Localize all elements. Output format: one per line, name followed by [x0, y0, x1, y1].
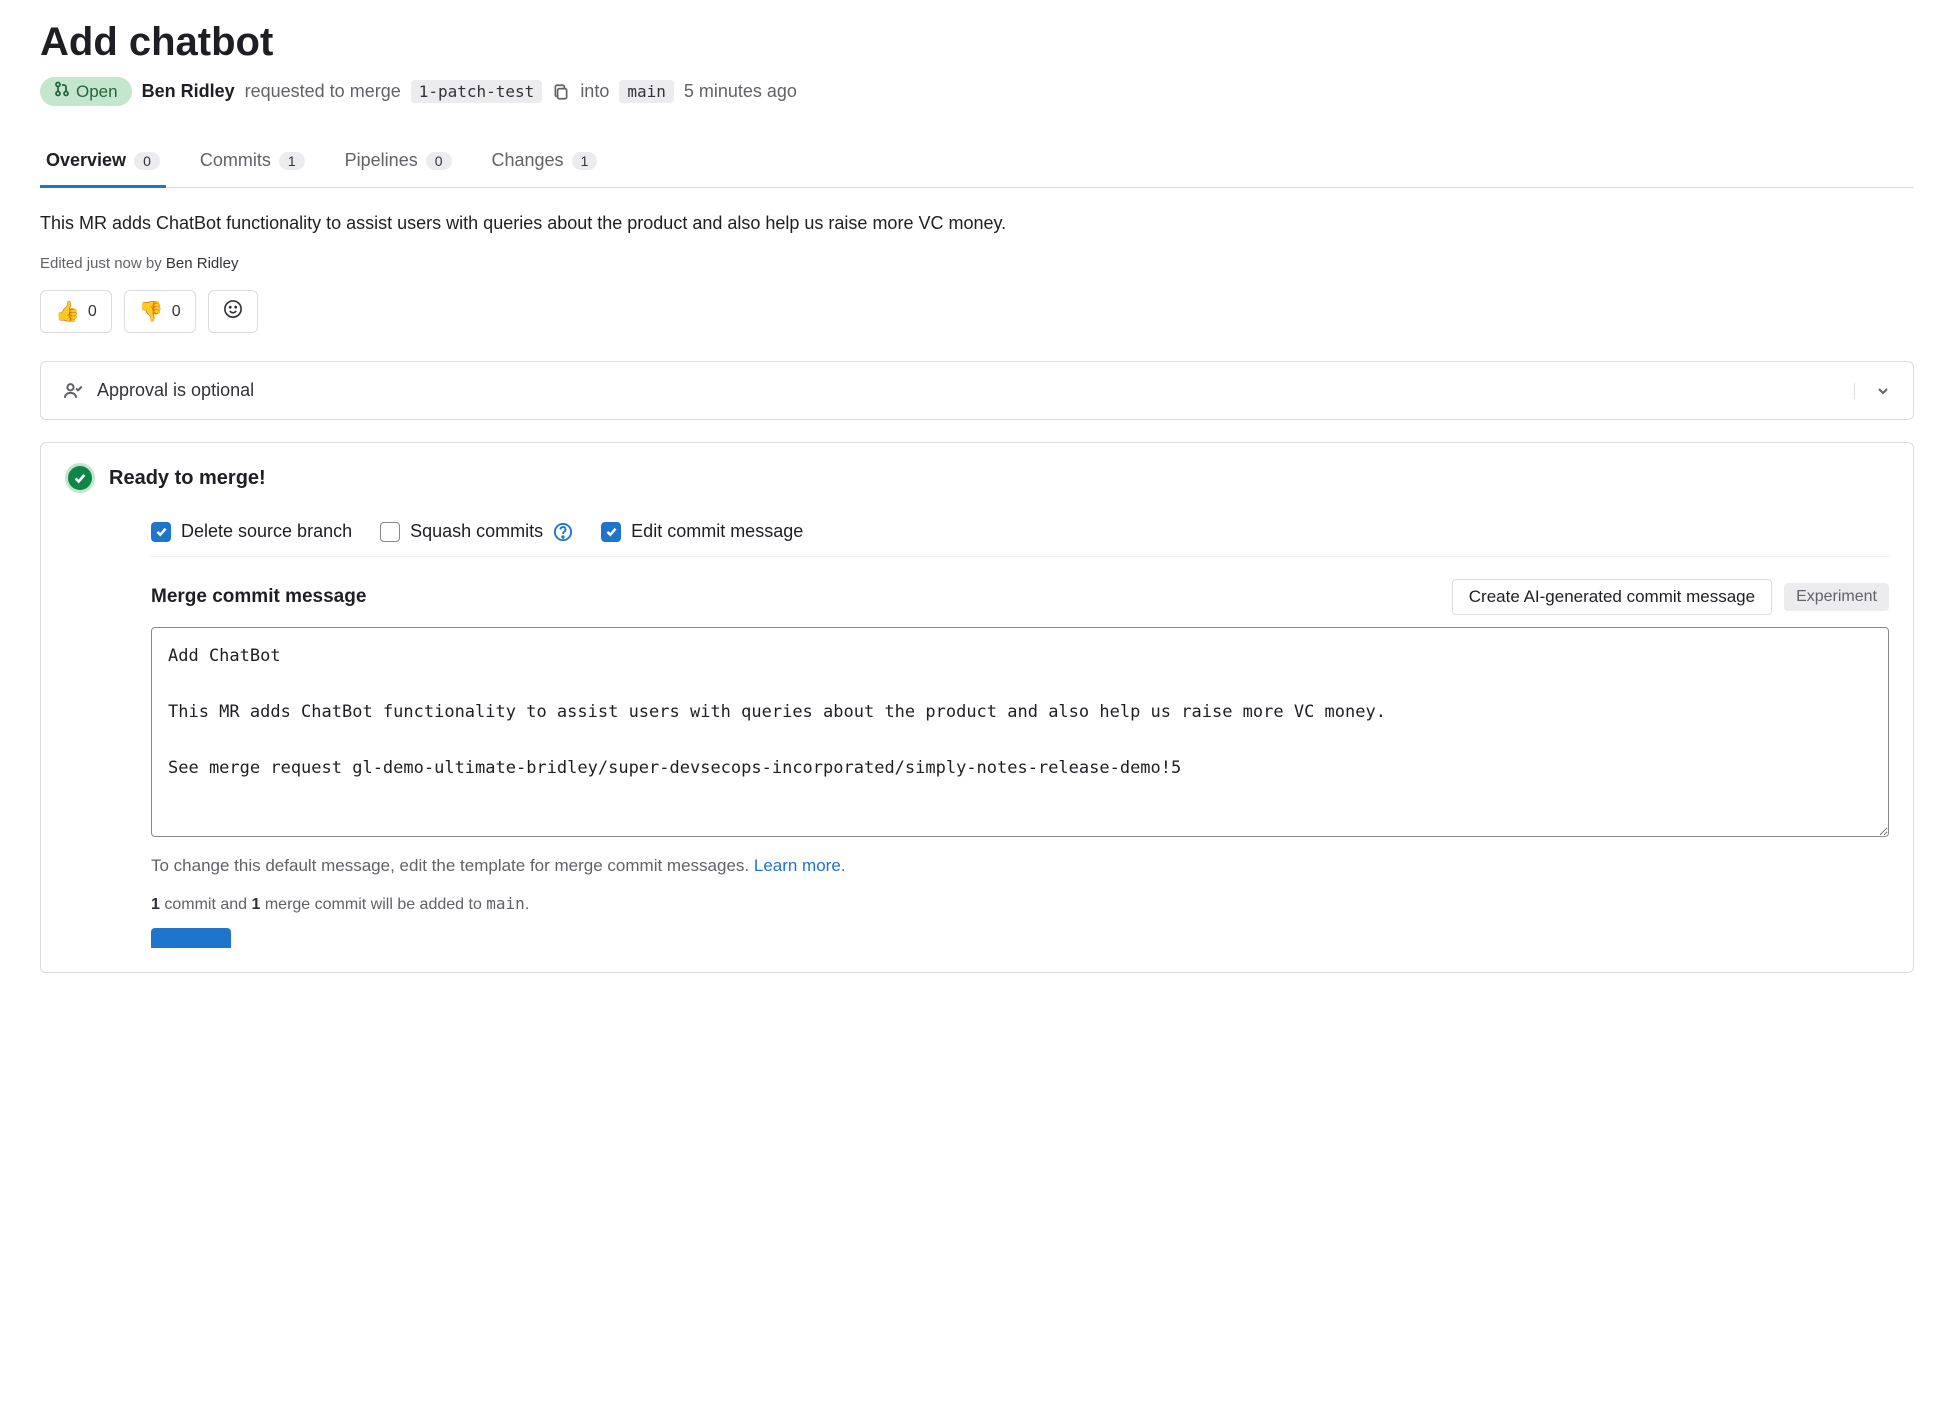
requested-text: requested to merge: [245, 81, 401, 102]
help-icon[interactable]: [553, 522, 573, 542]
commit-summary: 1 commit and 1 merge commit will be adde…: [151, 894, 1889, 914]
edit-msg-checkbox[interactable]: [601, 522, 621, 542]
commit-message-label: Merge commit message: [151, 586, 366, 608]
ai-commit-message-button[interactable]: Create AI-generated commit message: [1452, 579, 1772, 615]
learn-more-link[interactable]: Learn more: [754, 856, 841, 875]
thumbs-up-button[interactable]: 👍 0: [40, 290, 112, 333]
target-branch[interactable]: main: [619, 80, 674, 103]
ready-to-merge-title: Ready to merge!: [109, 467, 266, 490]
thumbs-up-icon: 👍: [55, 299, 80, 324]
experiment-badge: Experiment: [1784, 583, 1889, 611]
status-badge-open: Open: [40, 77, 132, 106]
commit-message-helper: To change this default message, edit the…: [151, 856, 1889, 876]
mr-description: This MR adds ChatBot functionality to as…: [40, 210, 1914, 237]
merge-request-subheader: Open Ben Ridley requested to merge 1-pat…: [40, 77, 1914, 106]
reactions-row: 👍 0 👎 0: [40, 290, 1914, 333]
merge-options-row: Delete source branch Squash commits Edit…: [151, 507, 1889, 557]
smiley-icon: [223, 299, 243, 324]
source-branch[interactable]: 1-patch-test: [411, 80, 543, 103]
into-text: into: [580, 81, 609, 102]
merge-request-icon: [54, 81, 70, 102]
tab-commits[interactable]: Commits 1: [194, 136, 311, 188]
copy-branch-icon[interactable]: [552, 83, 570, 101]
chevron-down-icon: [1875, 383, 1891, 399]
author-name[interactable]: Ben Ridley: [142, 81, 235, 102]
edit-commit-message-option[interactable]: Edit commit message: [601, 521, 803, 542]
edited-author[interactable]: Ben Ridley: [166, 255, 239, 272]
approval-panel: Approval is optional: [40, 361, 1914, 420]
thumbs-down-button[interactable]: 👎 0: [124, 290, 196, 333]
add-reaction-button[interactable]: [208, 290, 258, 333]
edited-note: Edited just now by Ben Ridley: [40, 255, 1914, 272]
mr-tabs: Overview 0 Commits 1 Pipelines 0 Changes…: [40, 136, 1914, 188]
approval-expand-toggle[interactable]: [1854, 383, 1891, 399]
delete-source-branch-option[interactable]: Delete source branch: [151, 521, 352, 542]
squash-checkbox[interactable]: [380, 522, 400, 542]
tab-changes[interactable]: Changes 1: [486, 136, 604, 188]
commit-message-textarea[interactable]: [151, 627, 1889, 837]
approval-text: Approval is optional: [97, 380, 254, 401]
merge-button-partial[interactable]: [151, 928, 231, 948]
merge-request-title: Add chatbot: [40, 20, 1914, 65]
tab-pipelines[interactable]: Pipelines 0: [339, 136, 458, 188]
merge-panel: Ready to merge! Delete source branch Squ…: [40, 442, 1914, 973]
squash-commits-option[interactable]: Squash commits: [380, 521, 573, 542]
ready-check-icon: [65, 463, 95, 493]
thumbs-down-icon: 👎: [139, 299, 164, 324]
time-ago: 5 minutes ago: [684, 81, 797, 102]
delete-branch-checkbox[interactable]: [151, 522, 171, 542]
approval-icon: [63, 381, 83, 401]
tab-overview[interactable]: Overview 0: [40, 136, 166, 188]
